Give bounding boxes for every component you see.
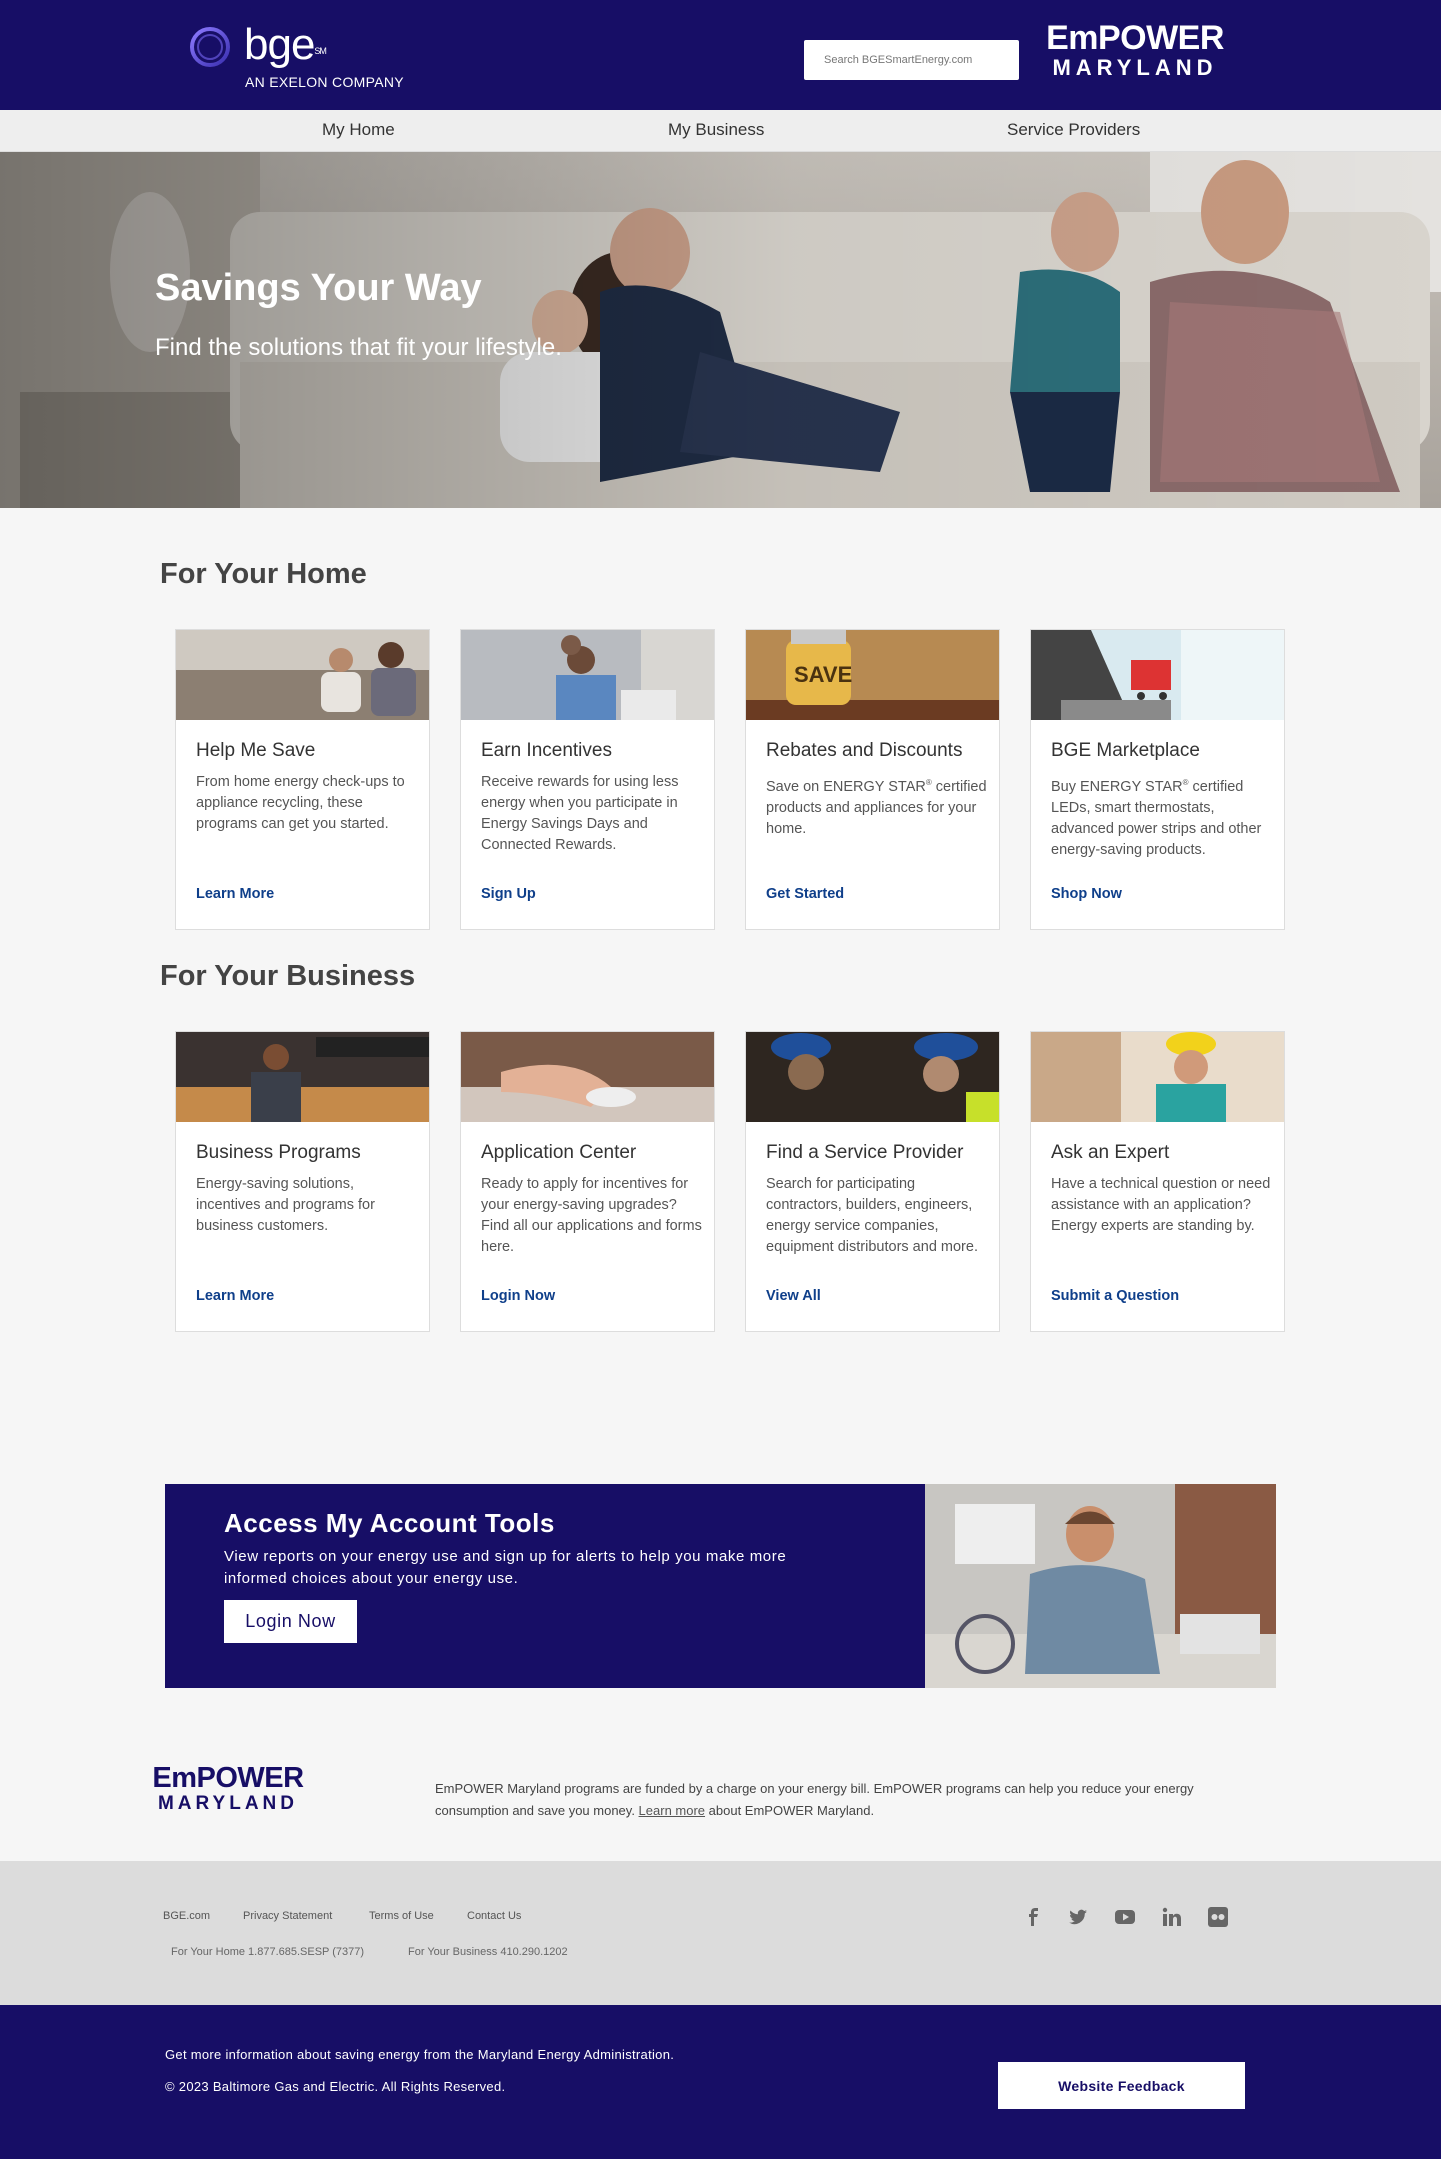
bakery-owner-photo: [176, 1032, 429, 1122]
card-title: Business Programs: [196, 1142, 361, 1163]
website-feedback-button[interactable]: Website Feedback: [998, 2062, 1245, 2109]
card-description: Save on ENERGY STAR® certified products …: [766, 778, 987, 837]
login-now-button[interactable]: Login Now: [224, 1600, 357, 1643]
man-on-phone-photo: [925, 1484, 1276, 1688]
nav-item-my-home[interactable]: My Home: [322, 120, 395, 140]
site-header: bgeSM AN EXELON COMPANY EmPOWER MARYLAND: [0, 0, 1441, 110]
card-help-me-save: Help Me Save From home energy check-ups …: [175, 629, 430, 930]
hero-title: Savings Your Way: [155, 267, 482, 309]
card-ask-an-expert: Ask an Expert Have a technical question …: [1030, 1031, 1285, 1332]
nav-item-service-providers[interactable]: Service Providers: [1007, 120, 1140, 140]
funding-text: EmPOWER Maryland programs are funded by …: [435, 1781, 1194, 1818]
business-phone: For Your Business 410.290.1202: [408, 1946, 568, 1958]
footer-link-contact[interactable]: Contact Us: [467, 1910, 521, 1922]
card-title: Ask an Expert: [1051, 1142, 1170, 1163]
family-laptop-photo: [461, 630, 714, 720]
energy-admin-info: Get more information about saving energy…: [165, 2047, 675, 2062]
card-description: Receive rewards for using less energy wh…: [481, 774, 679, 853]
card-title: Find a Service Provider: [766, 1142, 964, 1163]
empower-funding-section: EmPOWER MARYLAND EmPOWER Maryland progra…: [0, 1745, 1441, 1861]
hero-banner: Savings Your Way Find the solutions that…: [0, 152, 1441, 508]
youtube-icon[interactable]: [1115, 1907, 1135, 1927]
nav-item-my-business[interactable]: My Business: [668, 120, 764, 140]
svg-text:SAVE: SAVE: [794, 662, 852, 687]
card-business-programs: Business Programs Energy-saving solution…: [175, 1031, 430, 1332]
footer-link-terms[interactable]: Terms of Use: [369, 1910, 434, 1922]
facebook-icon[interactable]: [1024, 1907, 1044, 1927]
bge-ring-icon: [190, 27, 230, 67]
hand-on-mouse-photo: [461, 1032, 714, 1122]
card-bge-marketplace: BGE Marketplace Buy ENERGY STAR® certifi…: [1030, 629, 1285, 930]
home-phone: For Your Home 1.877.685.SESP (7377): [171, 1946, 365, 1958]
bge-wordmark: bgeSM: [244, 20, 327, 69]
shop-now-link[interactable]: Shop Now: [1051, 886, 1122, 902]
card-title: Earn Incentives: [481, 740, 612, 761]
card-rebates-and-discounts: SAVE Rebates and Discounts Save on ENERG…: [745, 629, 1000, 930]
card-title: Rebates and Discounts: [766, 740, 963, 761]
save-jar-photo: SAVE: [746, 630, 999, 720]
card-earn-incentives: Earn Incentives Receive rewards for usin…: [460, 629, 715, 930]
view-all-link[interactable]: View All: [766, 1288, 821, 1304]
search-input[interactable]: [804, 40, 1019, 80]
workers-hardhats-photo: [746, 1032, 999, 1122]
learn-more-empower-link[interactable]: Learn more: [639, 1803, 705, 1818]
twitter-icon[interactable]: [1068, 1907, 1088, 1927]
hero-subtitle: Find the solutions that fit your lifesty…: [155, 334, 562, 361]
footer-bottom: Get more information about saving energy…: [0, 2005, 1441, 2159]
home-section-title: For Your Home: [160, 558, 367, 590]
submit-a-question-link[interactable]: Submit a Question: [1051, 1288, 1179, 1304]
empower-maryland-logo[interactable]: EmPOWER MARYLAND: [1040, 20, 1230, 90]
card-application-center: Application Center Ready to apply for in…: [460, 1031, 715, 1332]
bge-subtitle: AN EXELON COMPANY: [245, 74, 404, 90]
footer-links: BGE.com Privacy Statement Terms of Use C…: [0, 1861, 1441, 2005]
hero-family-photo: [0, 152, 1441, 508]
learn-more-link[interactable]: Learn More: [196, 1288, 274, 1304]
account-tools-text: View reports on your energy use and sign…: [224, 1548, 787, 1587]
footer-link-bge-com[interactable]: BGE.com: [163, 1910, 210, 1922]
card-description: From home energy check-ups to appliance …: [196, 774, 405, 832]
footer-link-privacy[interactable]: Privacy Statement: [243, 1910, 332, 1922]
copyright: © 2023 Baltimore Gas and Electric. All R…: [165, 2079, 506, 2094]
couple-on-couch-photo: [176, 630, 429, 720]
card-description: Buy ENERGY STAR® certified LEDs, smart t…: [1051, 778, 1262, 858]
main-nav: My Home My Business Service Providers: [0, 110, 1441, 152]
card-title: Application Center: [481, 1142, 637, 1163]
flickr-icon[interactable]: [1208, 1907, 1228, 1927]
bge-logo[interactable]: bgeSM AN EXELON COMPANY: [184, 22, 424, 92]
get-started-link[interactable]: Get Started: [766, 886, 844, 902]
laptop-cart-photo: [1031, 630, 1284, 720]
card-description: Search for participating contractors, bu…: [766, 1176, 978, 1255]
card-find-a-service-provider: Find a Service Provider Search for parti…: [745, 1031, 1000, 1332]
login-now-link[interactable]: Login Now: [481, 1288, 555, 1304]
expert-hardhat-photo: [1031, 1032, 1284, 1122]
card-title: Help Me Save: [196, 740, 316, 761]
card-title: BGE Marketplace: [1051, 740, 1200, 761]
empower-maryland-footer-logo[interactable]: EmPOWER MARYLAND: [148, 1763, 308, 1823]
linkedin-icon[interactable]: [1162, 1907, 1182, 1927]
account-tools-title: Access My Account Tools: [224, 1508, 555, 1538]
sign-up-link[interactable]: Sign Up: [481, 886, 536, 902]
business-section-title: For Your Business: [160, 960, 416, 992]
card-description: Have a technical question or need assist…: [1051, 1176, 1271, 1234]
learn-more-link[interactable]: Learn More: [196, 886, 274, 902]
card-description: Ready to apply for incentives for your e…: [481, 1176, 702, 1255]
account-tools-banner: Access My Account Tools View reports on …: [165, 1484, 1276, 1688]
card-description: Energy-saving solutions, incentives and …: [196, 1176, 375, 1234]
